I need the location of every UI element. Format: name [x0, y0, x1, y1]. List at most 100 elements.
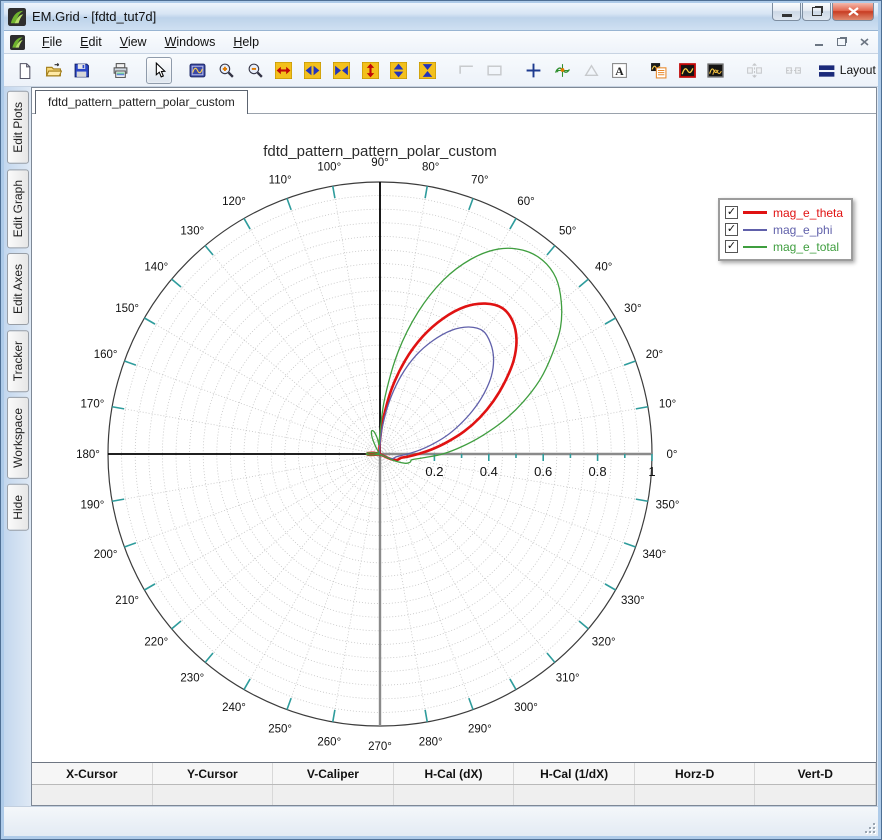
pointer-tool-button[interactable] — [146, 57, 173, 84]
side-tab-workspace[interactable]: Workspace — [7, 397, 29, 479]
status-value-cell — [394, 785, 515, 805]
document-tab-bar: fdtd_pattern_pattern_polar_custom — [32, 88, 876, 114]
menu-file[interactable]: File — [33, 32, 71, 52]
grid-spoke — [380, 318, 616, 454]
menu-help[interactable]: Help — [224, 32, 268, 52]
h-expand-icon — [304, 62, 321, 79]
grid-spoke — [205, 454, 380, 662]
side-tab-edit-plots[interactable]: Edit Plots — [7, 91, 29, 164]
new-file-button[interactable] — [11, 57, 38, 84]
drag-rect-icon — [486, 62, 503, 79]
grid-spoke — [205, 246, 380, 454]
mdi-minimize-button[interactable] — [808, 33, 829, 51]
legend-checkbox-mag_e_theta[interactable]: ✓ — [725, 206, 738, 219]
angle-tick — [605, 584, 616, 590]
angle-tick — [205, 246, 213, 255]
zoom-region-button[interactable] — [184, 57, 211, 84]
legend-label[interactable]: mag_e_total — [773, 240, 839, 254]
side-tab-edit-axes[interactable]: Edit Axes — [7, 253, 29, 325]
h-expand-button[interactable] — [299, 57, 326, 84]
v-full-scale-button[interactable] — [357, 57, 384, 84]
angle-label: 10° — [659, 398, 676, 410]
text-label-icon: A — [611, 62, 628, 79]
open-file-button[interactable] — [40, 57, 67, 84]
radial-label: 1 — [648, 464, 655, 479]
angle-label: 250° — [268, 723, 292, 735]
grid-spoke — [380, 246, 555, 454]
tracker-tool-button[interactable] — [549, 57, 576, 84]
zoom-out-button[interactable] — [242, 57, 269, 84]
angle-tick — [244, 218, 250, 229]
legend-label[interactable]: mag_e_phi — [773, 223, 832, 237]
angle-tick — [624, 543, 636, 547]
angle-tick — [547, 246, 555, 255]
mdi-close-icon — [860, 38, 869, 46]
resize-grip[interactable] — [862, 820, 875, 833]
plot-properties-button[interactable] — [645, 57, 672, 84]
polar-plot-area[interactable]: fdtd_pattern_pattern_polar_custom0°10°20… — [32, 114, 876, 762]
menu-edit[interactable]: Edit — [71, 32, 111, 52]
align-vertical-icon — [746, 62, 763, 79]
angle-tick — [636, 499, 648, 501]
v-expand-button[interactable] — [385, 57, 412, 84]
restore-button[interactable] — [802, 3, 831, 21]
toolbar-separator — [173, 58, 183, 83]
menu-view[interactable]: View — [111, 32, 156, 52]
grid-spoke — [144, 318, 380, 454]
save-button[interactable] — [68, 57, 95, 84]
angle-tick — [172, 279, 181, 287]
document-tab[interactable]: fdtd_pattern_pattern_polar_custom — [35, 90, 248, 114]
toolbar-separator — [807, 58, 817, 83]
angle-label: 0° — [667, 449, 678, 461]
zoom-in-icon — [218, 62, 235, 79]
angle-tick — [425, 710, 427, 722]
grid-spoke — [380, 198, 473, 454]
grid-spoke — [380, 454, 588, 629]
print-button[interactable] — [107, 57, 134, 84]
layout-button[interactable]: Layout — [818, 57, 876, 84]
mdi-restore-button[interactable] — [831, 33, 852, 51]
legend-checkbox-mag_e_phi[interactable]: ✓ — [725, 223, 738, 236]
status-strip — [4, 806, 878, 836]
legend-checkbox-mag_e_total[interactable]: ✓ — [725, 240, 738, 253]
angle-label: 240° — [222, 702, 246, 714]
cross-cursor-button[interactable] — [520, 57, 547, 84]
status-col-horz-d: Horz-D — [635, 763, 756, 784]
legend-line-swatch — [743, 229, 767, 231]
side-tab-hide[interactable]: Hide — [7, 484, 29, 531]
angle-label: 320° — [592, 637, 616, 649]
angle-tick — [124, 361, 136, 365]
text-label-button[interactable]: A — [606, 57, 633, 84]
angle-tick — [579, 621, 588, 629]
grid-spoke — [380, 186, 427, 454]
zoom-region-icon — [189, 62, 206, 79]
status-value-cell — [635, 785, 756, 805]
side-tab-edit-graph[interactable]: Edit Graph — [7, 169, 29, 248]
angle-label: 260° — [317, 737, 341, 749]
close-icon — [848, 7, 859, 16]
v-compress-button[interactable] — [414, 57, 441, 84]
graph-single-button[interactable] — [674, 57, 701, 84]
h-full-scale-button[interactable] — [271, 57, 298, 84]
caliper-button — [578, 57, 605, 84]
angle-tick — [510, 218, 516, 229]
series-mag_e_theta — [367, 304, 517, 460]
status-value-cell — [273, 785, 394, 805]
angle-label: 30° — [624, 303, 641, 315]
side-tab-tracker[interactable]: Tracker — [7, 330, 29, 392]
menu-windows[interactable]: Windows — [156, 32, 225, 52]
radial-label: 0.2 — [425, 464, 443, 479]
h-compress-button[interactable] — [328, 57, 355, 84]
angle-label: 270° — [368, 741, 392, 753]
angle-tick — [425, 186, 427, 198]
zoom-in-button[interactable] — [213, 57, 240, 84]
angle-tick — [144, 318, 155, 324]
mdi-close-button[interactable] — [854, 33, 875, 51]
close-button[interactable] — [832, 3, 874, 21]
legend-label[interactable]: mag_e_theta — [773, 206, 843, 220]
legend-row-mag_e_total: ✓ mag_e_total — [725, 238, 843, 255]
minimize-button[interactable] — [772, 3, 801, 21]
graph-multi-button[interactable] — [703, 57, 730, 84]
grid-spoke — [333, 186, 380, 454]
grid-spoke — [144, 454, 380, 590]
